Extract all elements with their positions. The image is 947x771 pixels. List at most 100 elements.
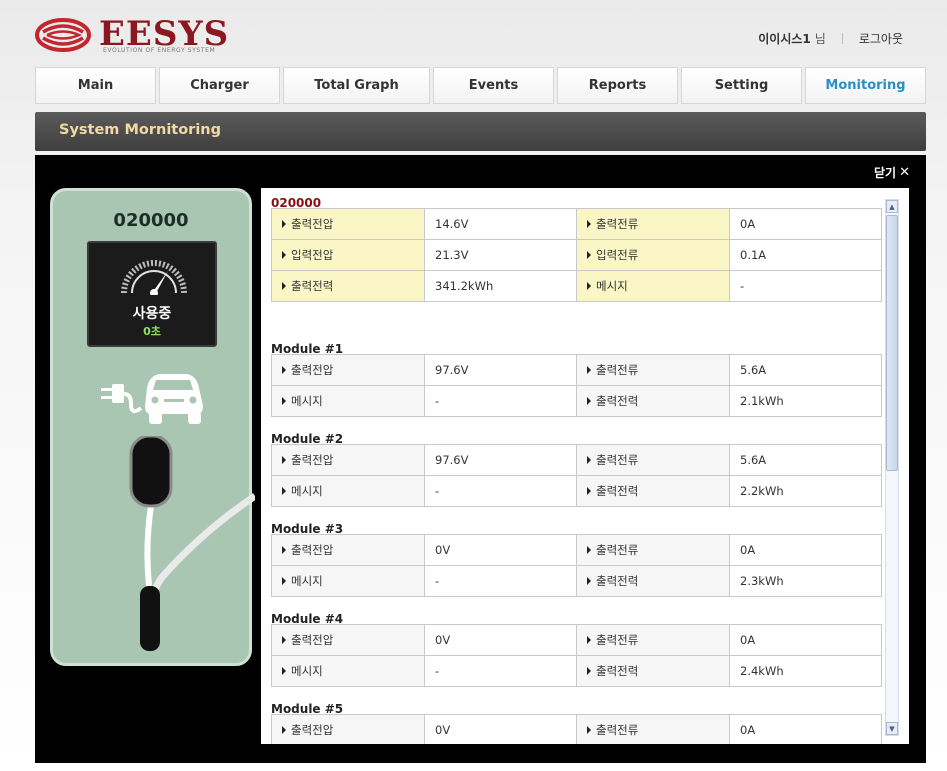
table-row: 출력전압 97.6V 출력전류 5.6A bbox=[271, 444, 882, 476]
field-value: 5.6A bbox=[729, 354, 882, 386]
field-value: - bbox=[424, 655, 577, 687]
tab-total-graph[interactable]: Total Graph bbox=[283, 67, 430, 104]
field-label: 메시지 bbox=[271, 655, 425, 687]
arrow-right-icon bbox=[282, 546, 286, 554]
field-label: 입력전압 bbox=[271, 239, 425, 271]
charger-screen: 사용중 0초 bbox=[87, 241, 217, 347]
tab-main[interactable]: Main bbox=[35, 67, 156, 104]
monitoring-panel: 닫기 ✕ 020000 사용중 0초 020000 출력전압 14.6V 출력전… bbox=[35, 155, 926, 763]
arrow-right-icon bbox=[282, 577, 286, 585]
data-table: 출력전압 0V 출력전류 0A 메시지 - 출력전력 2.4kWh bbox=[271, 624, 882, 687]
field-value: 2.4kWh bbox=[729, 655, 882, 687]
arrow-right-icon bbox=[282, 282, 286, 290]
logout-link[interactable]: 로그아웃 bbox=[859, 30, 903, 47]
arrow-right-icon bbox=[587, 251, 591, 259]
field-value: 0A bbox=[729, 714, 882, 744]
scroll-up-button[interactable]: ▲ bbox=[886, 200, 898, 213]
table-row: 출력전압 0V 출력전류 0A bbox=[271, 714, 882, 744]
field-label-text: 출력전압 bbox=[291, 543, 334, 557]
table-row: 메시지 - 출력전력 2.3kWh bbox=[271, 565, 882, 597]
field-label-text: 입력전압 bbox=[291, 248, 334, 262]
charger-status: 사용중 bbox=[132, 306, 172, 322]
field-value: 0A bbox=[729, 624, 882, 656]
scrollbar[interactable]: ▲ ▼ bbox=[885, 199, 899, 736]
field-value: 0A bbox=[729, 208, 882, 240]
field-value: 5.6A bbox=[729, 444, 882, 476]
field-label-text: 메시지 bbox=[291, 394, 323, 408]
field-label-text: 출력전압 bbox=[291, 633, 334, 647]
field-label: 출력전력 bbox=[576, 385, 730, 417]
tab-events[interactable]: Events bbox=[433, 67, 554, 104]
field-label: 출력전력 bbox=[576, 475, 730, 507]
charger-elapsed: 0초 bbox=[143, 325, 161, 338]
user-suffix: 님 bbox=[814, 32, 826, 46]
arrow-right-icon bbox=[282, 220, 286, 228]
section-header: System Mornitoring bbox=[35, 112, 926, 151]
field-label-text: 출력전력 bbox=[596, 484, 639, 498]
field-label-text: 출력전류 bbox=[596, 363, 639, 377]
field-value: 2.1kWh bbox=[729, 385, 882, 417]
user-name: 이이시스1 bbox=[758, 32, 811, 46]
field-label-text: 출력전력 bbox=[596, 574, 639, 588]
arrow-right-icon bbox=[282, 636, 286, 644]
charging-cable-icon bbox=[129, 436, 255, 651]
arrow-right-icon bbox=[282, 456, 286, 464]
field-value: 97.6V bbox=[424, 354, 577, 386]
gauge-icon bbox=[121, 260, 187, 295]
user-bar: 이이시스1 님 로그아웃 bbox=[758, 30, 903, 47]
main-nav: Main Charger Total Graph Events Reports … bbox=[35, 67, 926, 104]
field-label-text: 출력전압 bbox=[291, 217, 334, 231]
table-row: 출력전압 14.6V 출력전류 0A bbox=[271, 208, 882, 240]
data-table: 출력전압 97.6V 출력전류 5.6A 메시지 - 출력전력 2.1kWh bbox=[271, 354, 882, 417]
arrow-right-icon bbox=[587, 456, 591, 464]
arrow-right-icon bbox=[587, 636, 591, 644]
close-button[interactable]: 닫기 ✕ bbox=[874, 164, 910, 181]
tab-setting[interactable]: Setting bbox=[681, 67, 802, 104]
close-label: 닫기 bbox=[874, 166, 897, 180]
field-value: 2.3kWh bbox=[729, 565, 882, 597]
arrow-right-icon bbox=[587, 487, 591, 495]
field-label-text: 출력전압 bbox=[291, 723, 334, 737]
charger-id: 020000 bbox=[113, 210, 189, 231]
field-label-text: 출력전압 bbox=[291, 453, 334, 467]
field-label: 출력전류 bbox=[576, 534, 730, 566]
field-label-text: 출력전류 bbox=[596, 723, 639, 737]
field-label-text: 메시지 bbox=[291, 664, 323, 678]
tab-reports[interactable]: Reports bbox=[557, 67, 678, 104]
arrow-right-icon bbox=[282, 397, 286, 405]
arrow-right-icon bbox=[282, 726, 286, 734]
brand-logo[interactable]: EESYS EVOLUTION OF ENERGY SYSTEM bbox=[35, 16, 245, 56]
field-label: 출력전압 bbox=[271, 624, 425, 656]
field-label: 출력전류 bbox=[576, 354, 730, 386]
table-row: 출력전압 0V 출력전류 0A bbox=[271, 534, 882, 566]
field-label: 메시지 bbox=[271, 565, 425, 597]
table-row: 메시지 - 출력전력 2.4kWh bbox=[271, 655, 882, 687]
arrow-right-icon bbox=[587, 667, 591, 675]
data-table: 출력전압 97.6V 출력전류 5.6A 메시지 - 출력전력 2.2kWh bbox=[271, 444, 882, 507]
field-value: 0V bbox=[424, 534, 577, 566]
field-value: 0V bbox=[424, 624, 577, 656]
scroll-thumb[interactable] bbox=[886, 215, 898, 471]
arrow-right-icon bbox=[587, 397, 591, 405]
field-value: 0A bbox=[729, 534, 882, 566]
field-value: - bbox=[424, 475, 577, 507]
field-label: 출력전압 bbox=[271, 534, 425, 566]
arrow-right-icon bbox=[282, 667, 286, 675]
tab-monitoring[interactable]: Monitoring bbox=[805, 67, 926, 104]
field-label-text: 출력전류 bbox=[596, 633, 639, 647]
field-label-text: 출력전력 bbox=[596, 394, 639, 408]
field-label-text: 출력전류 bbox=[596, 217, 639, 231]
table-row: 출력전력 341.2kWh 메시지 - bbox=[271, 270, 882, 302]
table-row: 출력전압 0V 출력전류 0A bbox=[271, 624, 882, 656]
field-label: 출력전류 bbox=[576, 624, 730, 656]
field-value: 0V bbox=[424, 714, 577, 744]
data-table: 출력전압 14.6V 출력전류 0A 입력전압 21.3V 입력전류 0.1A 출력전력 341.… bbox=[271, 208, 882, 302]
scroll-down-button[interactable]: ▼ bbox=[886, 722, 898, 735]
field-value: - bbox=[424, 385, 577, 417]
arrow-right-icon bbox=[282, 366, 286, 374]
table-row: 메시지 - 출력전력 2.1kWh bbox=[271, 385, 882, 417]
field-label-text: 출력전력 bbox=[596, 664, 639, 678]
field-label: 출력전압 bbox=[271, 354, 425, 386]
tab-charger[interactable]: Charger bbox=[159, 67, 280, 104]
field-value: 97.6V bbox=[424, 444, 577, 476]
